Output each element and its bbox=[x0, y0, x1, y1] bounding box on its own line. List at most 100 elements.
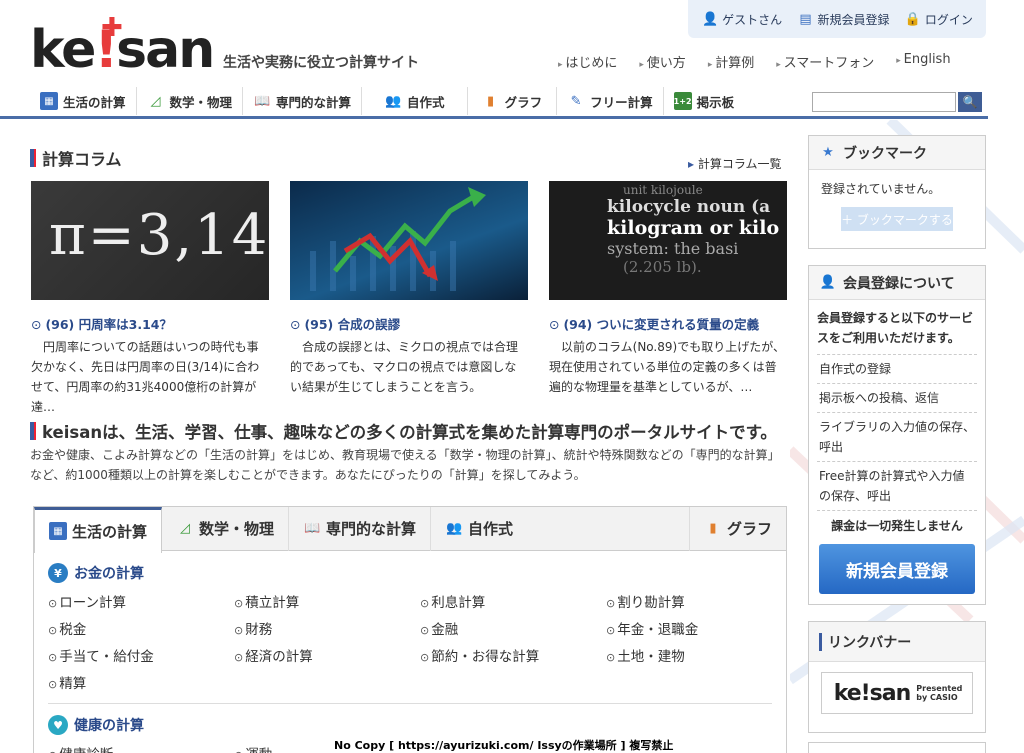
category-tab-panel: ▦生活の計算 ◿数学・物理 📖専門的な計算 👥自作式 ▮グラフ ¥お金の計算 ロ… bbox=[33, 506, 787, 753]
login-link[interactable]: 🔒 ログイン bbox=[904, 10, 973, 28]
calc-link[interactable]: 健康診断 bbox=[48, 743, 234, 753]
lock-icon: 🔒 bbox=[904, 11, 921, 27]
board-icon: 1+2 bbox=[673, 92, 692, 110]
bookmark-box: ★ ブックマーク 登録されていません。 ＋ ブックマークする bbox=[808, 135, 986, 249]
plus-icon: ✚ bbox=[101, 13, 123, 43]
intro-text: お金や健康、こよみ計算などの「生活の計算」をはじめ、教育現場で使える「数学・物理… bbox=[30, 448, 780, 482]
nav-smartphone[interactable]: スマートフォン bbox=[776, 52, 875, 71]
calc-link[interactable]: 税金 bbox=[48, 618, 234, 638]
intro-heading: keisanは、生活、学習、仕事、趣味などの多くの計算式を集めた計算専門のポータ… bbox=[30, 419, 777, 443]
column-card-94[interactable]: unit kilojoule kilocycle noun (a kilogra… bbox=[549, 181, 787, 397]
member-benefit: ライブラリの入力値の保存、呼出 bbox=[817, 412, 977, 461]
main-nav-custom[interactable]: 👥 自作式 bbox=[362, 87, 468, 115]
people-icon: 👥 bbox=[445, 521, 463, 536]
calc-link[interactable]: 節約・お得な計算 bbox=[420, 645, 606, 665]
calc-link[interactable]: ローン計算 bbox=[48, 591, 234, 611]
category-divider bbox=[48, 703, 772, 704]
column-desc: 以前のコラム(No.89)でも取り上げたが、現在使用されている単位の定義の多くは… bbox=[549, 340, 785, 394]
link-banner-box: リンクバナー ke!san Presented by CASIO bbox=[808, 621, 986, 733]
calc-link[interactable]: 土地・建物 bbox=[606, 645, 792, 665]
tab-special[interactable]: 📖 専門的な計算 bbox=[289, 506, 432, 551]
calc-link[interactable]: 年金・退職金 bbox=[606, 618, 792, 638]
site-tagline: 生活や実務に役立つ計算サイト bbox=[223, 55, 419, 71]
dictionary-kilogram-image: unit kilojoule kilocycle noun (a kilogra… bbox=[549, 181, 787, 300]
open-book-icon: 📖 bbox=[253, 93, 271, 109]
search-input[interactable] bbox=[812, 92, 956, 112]
register-link[interactable]: ▤ 新規会員登録 bbox=[796, 10, 889, 28]
keisan-banner[interactable]: ke!san Presented by CASIO bbox=[821, 672, 973, 714]
triangle-ruler-icon: ◿ bbox=[150, 93, 161, 109]
money-calc-list: ローン計算 積立計算 利息計算 割り勘計算 税金 財務 金融 年金・退職金 手当… bbox=[48, 591, 788, 692]
column-title[interactable]: (94) ついに変更される質量の定義 bbox=[549, 314, 787, 333]
calc-link[interactable]: 金融 bbox=[420, 618, 606, 638]
tab-graph[interactable]: ▮ グラフ bbox=[688, 506, 786, 551]
nav-intro[interactable]: はじめに bbox=[558, 52, 617, 71]
bar-chart-icon: ▮ bbox=[709, 521, 717, 536]
column-card-95[interactable]: (95) 合成の誤謬 合成の誤謬とは、ミクロの視点では合理的であっても、マクロの… bbox=[290, 181, 528, 397]
category-tabs: ▦ 生活の計算 ◿ 数学・物理 📖 専門的な計算 👥 自作式 ▮ グラフ bbox=[34, 506, 786, 553]
open-book-icon: 📖 bbox=[303, 521, 321, 536]
pencil-memo-icon: ✎ bbox=[570, 93, 582, 109]
member-lead: 会員登録すると以下のサービスをご利用いただけます。 bbox=[817, 311, 974, 345]
category-health: ♥ 健康の計算 bbox=[48, 715, 144, 735]
nav-english[interactable]: English bbox=[896, 52, 951, 71]
calc-link[interactable]: 財務 bbox=[234, 618, 420, 638]
chalkboard-text: π=3,14 bbox=[49, 203, 269, 268]
add-bookmark-button[interactable]: ＋ ブックマークする bbox=[841, 207, 953, 231]
column-heading: 計算コラム bbox=[30, 146, 122, 170]
bar-chart-icon: ▮ bbox=[486, 93, 495, 109]
main-nav-math[interactable]: ◿ 数学・物理 bbox=[137, 87, 244, 115]
arrows-graphic bbox=[310, 187, 486, 291]
calc-link[interactable]: 積立計算 bbox=[234, 591, 420, 611]
user-bar: 👤 ゲストさん ▤ 新規会員登録 🔒 ログイン bbox=[688, 0, 986, 38]
calc-link[interactable]: 経済の計算 bbox=[234, 645, 420, 665]
user-icon: 👤 bbox=[702, 11, 719, 27]
calc-link[interactable]: 精算 bbox=[48, 672, 234, 692]
search-icon: 🔍 bbox=[962, 95, 978, 109]
member-title: 👤 会員登録について bbox=[809, 266, 985, 300]
watermark-text: No Copy [ https://ayurizuki.com/ Issyの作業… bbox=[334, 737, 674, 753]
user-icon: 👤 bbox=[819, 275, 837, 290]
tab-life[interactable]: ▦ 生活の計算 bbox=[34, 506, 163, 553]
member-benefit: 自作式の登録 bbox=[817, 354, 977, 383]
column-desc: 合成の誤謬とは、ミクロの視点では合理的であっても、マクロの視点では意図しない結果… bbox=[290, 340, 519, 394]
calc-link[interactable]: 手当て・給付金 bbox=[48, 645, 234, 665]
register-button[interactable]: 新規会員登録 bbox=[819, 544, 975, 594]
heart-icon: ♥ bbox=[48, 715, 68, 735]
nav-howto[interactable]: 使い方 bbox=[639, 52, 686, 71]
calc-link[interactable]: 割り勘計算 bbox=[606, 591, 792, 611]
tab-math[interactable]: ◿ 数学・物理 bbox=[162, 506, 290, 551]
document-icon: ▤ bbox=[799, 11, 812, 27]
category-money: ¥ お金の計算 bbox=[48, 563, 144, 583]
calculator-icon: ▦ bbox=[49, 522, 67, 540]
member-benefit: Free計算の計算式や入力値の保存、呼出 bbox=[817, 461, 977, 510]
guest-link[interactable]: 👤 ゲストさん bbox=[701, 10, 782, 28]
site-logo[interactable]: ke!san ✚ bbox=[30, 13, 215, 76]
banner-logo: ke!san bbox=[833, 680, 912, 706]
main-nav-board[interactable]: 1+2 掲示板 bbox=[664, 87, 745, 115]
main-nav-graph[interactable]: ▮ グラフ bbox=[468, 87, 558, 115]
tab-custom[interactable]: 👥 自作式 bbox=[431, 507, 527, 551]
nav-divider bbox=[0, 116, 988, 119]
main-nav-life[interactable]: ▦ 生活の計算 bbox=[30, 87, 137, 115]
money-bag-icon: ¥ bbox=[48, 563, 68, 583]
calculator-icon: ▦ bbox=[40, 92, 58, 110]
stock-chart-image bbox=[290, 181, 528, 300]
column-desc: 円周率についての話題はいつの時代も事欠かなく、先日は円周率の日(3/14)に合わ… bbox=[31, 340, 260, 414]
column-title[interactable]: (96) 円周率は3.14？ bbox=[31, 314, 269, 333]
bookmark-title: ★ ブックマーク bbox=[809, 136, 985, 170]
nav-examples[interactable]: 計算例 bbox=[708, 52, 754, 71]
chalkboard-pi-image: π=3,14 bbox=[31, 181, 269, 300]
calc-link[interactable]: 利息計算 bbox=[420, 591, 606, 611]
search-button[interactable]: 🔍 bbox=[958, 92, 982, 112]
top-nav: はじめに 使い方 計算例 スマートフォン English bbox=[558, 52, 951, 71]
member-benefit: 掲示板への投稿、返信 bbox=[817, 383, 977, 412]
triangle-ruler-icon: ◿ bbox=[180, 521, 191, 536]
column-title[interactable]: (95) 合成の誤謬 bbox=[290, 314, 528, 333]
member-free-note: 課金は一切発生しません bbox=[817, 510, 977, 540]
main-nav-special[interactable]: 📖 専門的な計算 bbox=[243, 87, 363, 115]
star-icon: ★ bbox=[822, 145, 834, 160]
column-card-96[interactable]: π=3,14 (96) 円周率は3.14？ 円周率についての話題はいつの時代も事… bbox=[31, 181, 269, 417]
column-list-link[interactable]: 計算コラム一覧 bbox=[688, 155, 782, 172]
main-nav-free[interactable]: ✎ フリー計算 bbox=[557, 87, 664, 115]
